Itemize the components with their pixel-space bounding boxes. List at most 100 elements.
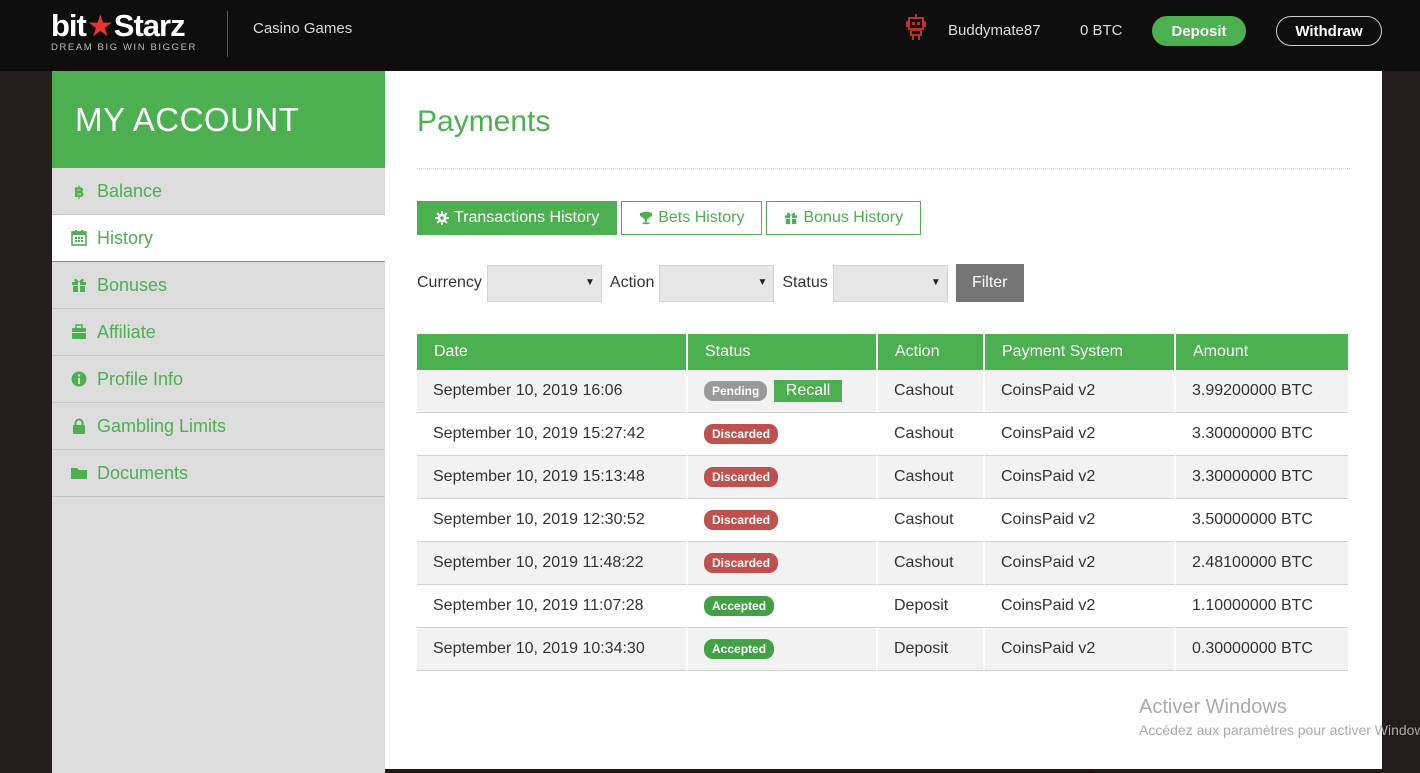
dropdown-arrow-icon: ▼ (930, 276, 941, 288)
bitstarz-logo[interactable]: bit★Starz DREAM BIG WIN BIGGER (51, 9, 211, 55)
account-sidebar: MY ACCOUNT ฿ Balance History Bonuses Aff… (52, 71, 385, 773)
column-header-payment-system[interactable]: Payment System (985, 334, 1176, 370)
tab-bonus-history[interactable]: Bonus History (766, 201, 922, 235)
status-badge-discarded: Discarded (704, 424, 779, 444)
gear-icon (435, 211, 449, 225)
table-row: September 10, 2019 12:30:52 Discarded Ca… (417, 499, 1348, 542)
amount-cell: 3.30000000 BTC (1176, 413, 1348, 456)
tab-label: Bonus History (803, 209, 904, 226)
payment-system-cell: CoinsPaid v2 (985, 542, 1176, 585)
tab-transactions-history[interactable]: Transactions History (417, 201, 618, 235)
amount-cell: 3.30000000 BTC (1176, 456, 1348, 499)
logo-tagline: DREAM BIG WIN BIGGER (51, 42, 198, 53)
sidebar-item-label: Affiliate (97, 321, 156, 342)
date-cell: September 10, 2019 15:27:42 (417, 413, 688, 456)
tab-bets-history[interactable]: Bets History (621, 201, 763, 235)
tab-label: Transactions History (454, 209, 600, 226)
sidebar-item-profile-info[interactable]: Profile Info (52, 356, 385, 403)
table-header-row: Date Status Action Payment System Amount (417, 334, 1348, 370)
amount-cell: 3.50000000 BTC (1176, 499, 1348, 542)
sidebar-item-gambling-limits[interactable]: Gambling Limits (52, 403, 385, 450)
trophy-icon (640, 211, 653, 225)
transactions-table: Date Status Action Payment System Amount… (417, 334, 1348, 671)
date-cell: September 10, 2019 16:06 (417, 370, 688, 413)
gift-icon (785, 212, 798, 225)
action-cell: Cashout (878, 370, 985, 413)
sidebar-item-history[interactable]: History (52, 215, 385, 262)
status-badge-accepted: Accepted (704, 596, 775, 616)
status-cell: Pending Recall (688, 370, 878, 413)
action-cell: Cashout (878, 542, 985, 585)
title-divider (417, 168, 1350, 169)
action-cell: Cashout (878, 456, 985, 499)
payment-system-cell: CoinsPaid v2 (985, 370, 1176, 413)
filter-button[interactable]: Filter (955, 264, 1024, 302)
table-row: September 10, 2019 11:48:22 Discarded Ca… (417, 542, 1348, 585)
robot-icon[interactable] (905, 14, 927, 40)
status-cell: Accepted (688, 628, 878, 671)
status-badge-pending: Pending (704, 381, 768, 402)
table-row: September 10, 2019 16:06 Pending Recall … (417, 370, 1348, 413)
history-tabs: Transactions History Bets History Bonus … (417, 201, 922, 236)
amount-cell: 0.30000000 BTC (1176, 628, 1348, 671)
action-cell: Cashout (878, 413, 985, 456)
sidebar-item-label: Documents (97, 462, 189, 483)
sidebar-item-affiliate[interactable]: Affiliate (52, 309, 385, 356)
payment-system-cell: CoinsPaid v2 (985, 413, 1176, 456)
page-title: Payments (417, 105, 551, 138)
star-icon: ★ (86, 10, 114, 43)
status-badge-discarded: Discarded (704, 510, 779, 530)
column-header-action[interactable]: Action (878, 334, 985, 370)
balance-label: 0 BTC (1080, 22, 1123, 39)
sidebar-item-bonuses[interactable]: Bonuses (52, 262, 385, 309)
action-cell: Cashout (878, 499, 985, 542)
sidebar-item-balance[interactable]: ฿ Balance (52, 168, 385, 215)
amount-cell: 2.48100000 BTC (1176, 542, 1348, 585)
column-header-status[interactable]: Status (688, 334, 878, 370)
column-header-date[interactable]: Date (417, 334, 688, 370)
lock-icon (70, 417, 88, 435)
windows-activation-subtitle: Accédez aux paramètres pour activer Wind… (1139, 722, 1420, 738)
sidebar-item-label: Balance (97, 180, 163, 201)
deposit-button[interactable]: Deposit (1152, 16, 1246, 46)
sidebar-item-documents[interactable]: Documents (52, 450, 385, 497)
date-cell: September 10, 2019 15:13:48 (417, 456, 688, 499)
sidebar-item-label: Gambling Limits (97, 415, 227, 436)
nav-casino-games-link[interactable]: Casino Games (253, 20, 352, 37)
status-cell: Discarded (688, 456, 878, 499)
briefcase-icon (70, 323, 88, 341)
payment-system-cell: CoinsPaid v2 (985, 499, 1176, 542)
dropdown-arrow-icon: ▼ (757, 276, 768, 288)
withdraw-button[interactable]: Withdraw (1276, 16, 1382, 46)
status-badge-accepted: Accepted (704, 639, 775, 659)
column-header-amount[interactable]: Amount (1176, 334, 1348, 370)
sidebar-item-label: History (97, 227, 154, 248)
svg-text:฿: ฿ (74, 183, 84, 199)
sidebar-item-label: Profile Info (97, 368, 184, 389)
recall-button[interactable]: Recall (773, 380, 843, 402)
currency-label: Currency (417, 274, 482, 291)
status-badge-discarded: Discarded (704, 553, 779, 573)
username-label[interactable]: Buddymate87 (948, 22, 1041, 39)
status-cell: Accepted (688, 585, 878, 628)
action-cell: Deposit (878, 585, 985, 628)
top-header: bit★Starz DREAM BIG WIN BIGGER Casino Ga… (0, 0, 1420, 71)
dropdown-arrow-icon: ▼ (585, 276, 595, 288)
filter-bar: Currency ▼ Action ▼ Status ▼ Filter (417, 264, 1024, 302)
status-badge-discarded: Discarded (704, 467, 779, 487)
info-icon (70, 370, 88, 388)
logo-wordmark: bit★Starz (51, 8, 186, 44)
status-label: Status (782, 274, 828, 291)
date-cell: September 10, 2019 12:30:52 (417, 499, 688, 542)
action-label: Action (609, 274, 655, 291)
status-select[interactable]: ▼ (832, 264, 948, 302)
status-cell: Discarded (688, 499, 878, 542)
currency-select[interactable]: ▼ (486, 264, 602, 302)
table-row: September 10, 2019 10:34:30 Accepted Dep… (417, 628, 1348, 671)
payment-system-cell: CoinsPaid v2 (985, 628, 1176, 671)
action-select[interactable]: ▼ (659, 264, 775, 302)
payment-system-cell: CoinsPaid v2 (985, 585, 1176, 628)
amount-cell: 3.99200000 BTC (1176, 370, 1348, 413)
date-cell: September 10, 2019 11:07:28 (417, 585, 688, 628)
date-cell: September 10, 2019 11:48:22 (417, 542, 688, 585)
